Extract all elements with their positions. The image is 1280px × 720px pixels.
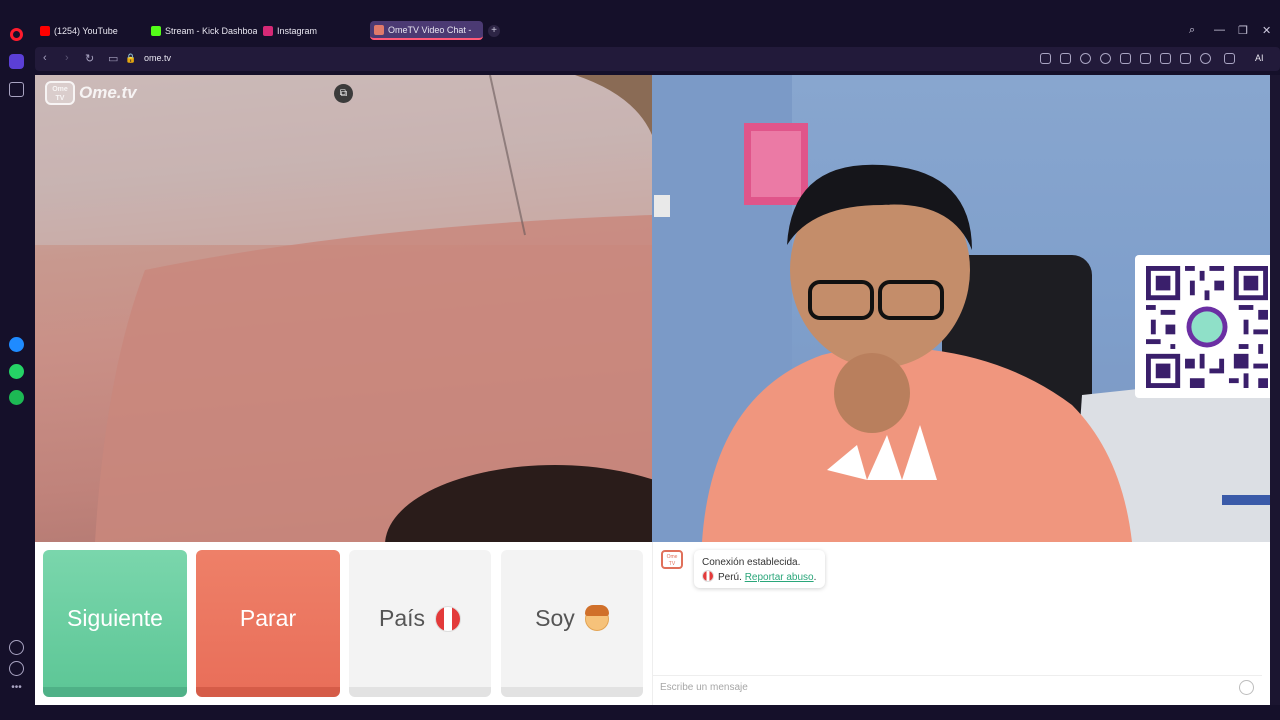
ai-button[interactable]: AI [1255,53,1264,63]
back-icon[interactable]: ‹ [43,52,47,64]
next-button[interactable]: Siguiente [43,550,187,697]
tab-instagram[interactable]: Instagram [259,21,367,40]
chat-input-row [653,675,1262,699]
peru-flag-icon [435,605,462,632]
ometv-logo-text: Ome.tv [79,83,137,102]
site-info-icon[interactable]: ▭ [108,52,118,65]
lock-icon[interactable]: 🔒 [125,53,136,64]
ometv-icon [374,24,384,35]
report-suffix: . [813,572,817,583]
youtube-icon [40,25,50,36]
partner-country: Perú. [718,572,742,583]
restore-icon[interactable]: ❐ [1238,24,1248,37]
player-icon[interactable] [1120,53,1131,64]
more-icon[interactable]: ••• [9,683,24,699]
heart-icon[interactable] [9,640,24,655]
whatsapp-icon[interactable] [9,364,24,379]
gender-filter-button[interactable]: Soy [501,550,643,697]
ometv-chat-icon: Ome TV [661,550,683,569]
report-abuse-link[interactable]: Reportar abuso [745,572,814,583]
new-tab-button[interactable]: + [488,25,500,37]
home-icon[interactable] [9,54,24,69]
address-bar: ‹ › ↻ ▭ 🔒 ome.tv AI [35,47,1280,71]
star-icon[interactable] [9,82,24,97]
spotify-icon[interactable] [9,390,24,405]
kick-icon [151,25,161,36]
country-filter-button[interactable]: País [349,550,491,697]
sidebar: ••• [0,44,33,720]
next-button-label: Siguiente [67,605,163,631]
messenger-icon[interactable] [9,337,24,352]
chat-message-input[interactable] [660,676,1220,698]
browser-window: (1254) YouTube Stream - Kick Dashboa Ins… [0,0,1280,720]
ometv-page: Ome TV Ome.tv ⧉ Siguiente Parar País Soy… [35,75,1270,705]
system-message: Conexión establecida. Perú. Reportar abu… [694,550,825,588]
forward-icon[interactable]: › [65,52,69,64]
popout-icon[interactable]: ⧉ [334,84,353,103]
stop-button-label: Parar [239,605,297,631]
tab-label: (1254) YouTube [54,25,118,36]
close-icon[interactable]: ✕ [1262,24,1271,37]
vpn-icon[interactable] [1100,53,1111,64]
opera-logo-icon[interactable] [10,28,23,41]
tab-youtube[interactable]: (1254) YouTube [36,21,144,40]
ometv-logo-icon: Ome TV [45,81,75,105]
stop-button[interactable]: Parar [196,550,340,697]
tab-label: Instagram [277,25,318,36]
boy-face-icon [584,604,609,631]
edit-icon[interactable] [1040,53,1051,64]
minimize-icon[interactable]: — [1214,24,1225,36]
url-field[interactable]: ome.tv [144,53,171,63]
tab-ometv[interactable]: OmeTV Video Chat - [370,21,483,40]
menu-icon[interactable] [1180,53,1191,64]
emoji-icon[interactable] [1239,680,1254,695]
tab-label: Stream - Kick Dashboa [165,25,257,36]
page-scrollbar[interactable] [1270,75,1280,705]
heart-icon[interactable] [1140,53,1151,64]
shield-icon[interactable] [1080,53,1091,64]
tab-kick[interactable]: Stream - Kick Dashboa [147,21,257,40]
peru-flag-icon [702,570,714,582]
tab-bar: (1254) YouTube Stream - Kick Dashboa Ins… [0,18,1280,44]
chat-panel: Ome TV Conexión establecida. Perú. Repor… [652,542,1270,705]
reload-icon[interactable]: ↻ [85,52,94,65]
tab-label: OmeTV Video Chat - [388,24,472,35]
stranger-video-scene [35,75,652,542]
gender-button-label: Soy [535,605,575,631]
instagram-icon [263,25,273,36]
qr-code-graphic [1146,266,1268,388]
camera-icon[interactable] [1060,53,1071,64]
country-button-label: País [378,605,426,631]
download-icon[interactable] [1160,53,1171,64]
ometv-logo: Ome TV Ome.tv [45,81,137,105]
profile-icon[interactable] [1200,53,1211,64]
extensions-icon[interactable] [1224,53,1235,64]
history-icon[interactable] [9,661,24,676]
search-tabs-icon[interactable]: ⌕ [1189,24,1195,37]
connection-status: Conexión establecida. [702,557,801,568]
stranger-video: Ome TV Ome.tv ⧉ [35,75,652,542]
yape-qr-code [1135,255,1280,398]
